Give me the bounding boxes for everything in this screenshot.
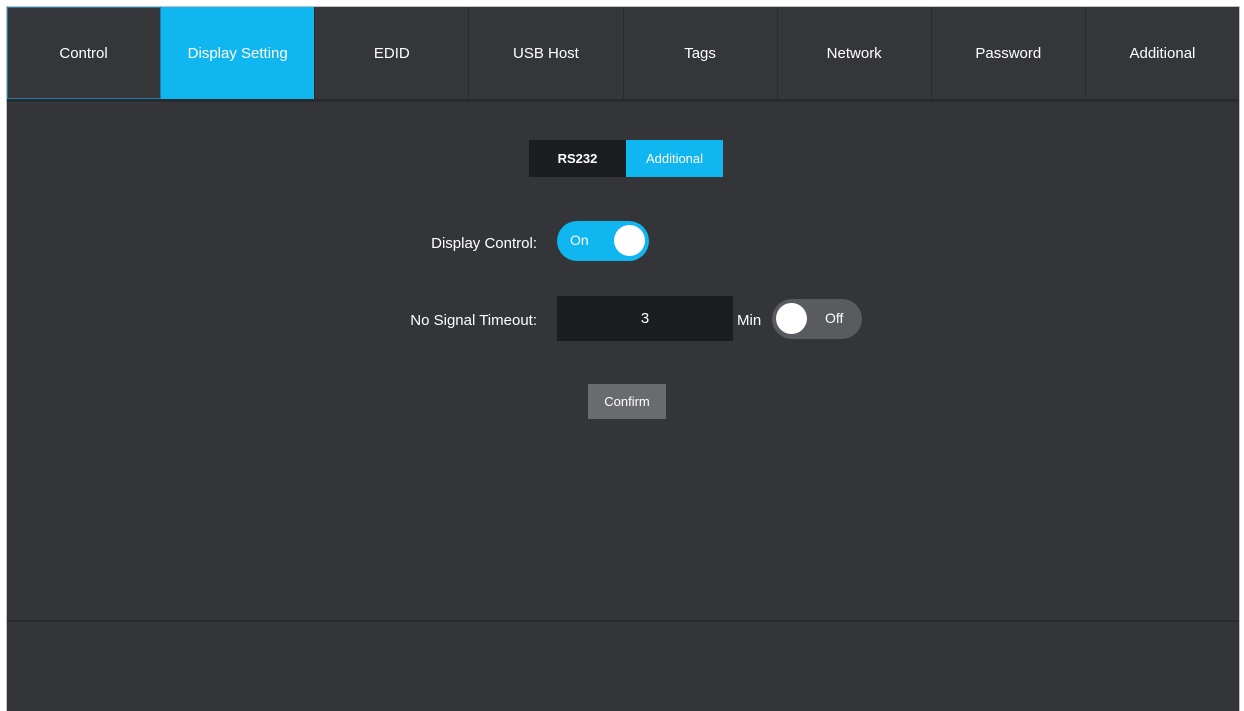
confirm-button[interactable]: Confirm bbox=[588, 384, 666, 419]
tab-control[interactable]: Control bbox=[7, 7, 162, 99]
tab-network[interactable]: Network bbox=[778, 7, 932, 99]
toggle-knob bbox=[614, 225, 645, 256]
tab-password[interactable]: Password bbox=[932, 7, 1086, 99]
toggle-knob bbox=[776, 303, 807, 334]
tab-additional[interactable]: Additional bbox=[1086, 7, 1239, 99]
sub-tab-bar: RS232 Additional bbox=[529, 140, 723, 177]
tab-tags[interactable]: Tags bbox=[624, 7, 778, 99]
display-control-toggle-text: On bbox=[570, 232, 589, 248]
timeout-minutes-input[interactable] bbox=[557, 296, 733, 341]
tab-usb-host[interactable]: USB Host bbox=[469, 7, 624, 99]
subtab-additional[interactable]: Additional bbox=[626, 140, 723, 177]
app-frame: Control Display Setting EDID USB Host Ta… bbox=[6, 6, 1240, 711]
timeout-toggle-text: Off bbox=[825, 310, 844, 326]
tab-display-setting[interactable]: Display Setting bbox=[161, 7, 316, 99]
display-control-toggle[interactable]: On bbox=[557, 221, 649, 261]
timeout-toggle[interactable]: Off bbox=[772, 299, 862, 339]
main-tab-bar: Control Display Setting EDID USB Host Ta… bbox=[7, 7, 1239, 102]
footer-divider bbox=[7, 620, 1239, 622]
tab-edid[interactable]: EDID bbox=[315, 7, 470, 99]
no-signal-timeout-label: No Signal Timeout: bbox=[410, 312, 537, 329]
timeout-unit-label: Min bbox=[737, 312, 762, 329]
display-control-label: Display Control: bbox=[431, 235, 537, 252]
subtab-rs232[interactable]: RS232 bbox=[529, 140, 626, 177]
